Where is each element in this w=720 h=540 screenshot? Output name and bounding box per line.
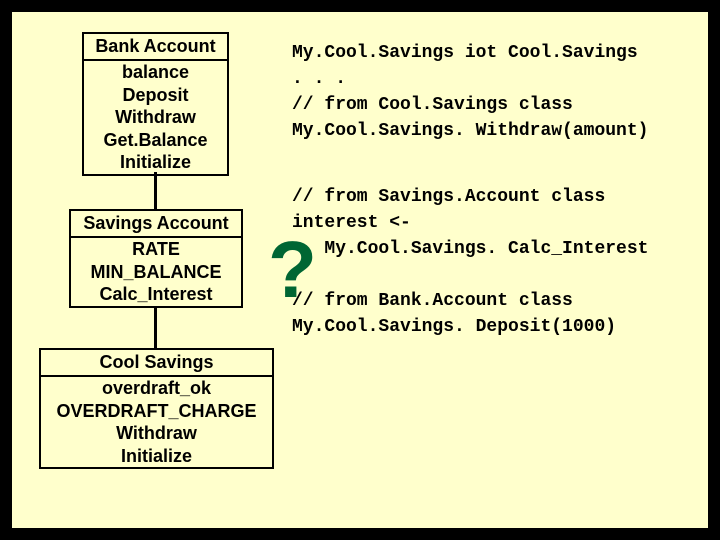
class-row: Withdraw — [84, 106, 227, 129]
class-title: Cool Savings — [41, 350, 272, 377]
class-row: MIN_BALANCE — [71, 261, 241, 284]
class-title: Bank Account — [84, 34, 227, 61]
class-row: Withdraw — [41, 422, 272, 445]
class-box-savings-account: Savings Account RATE MIN_BALANCE Calc_In… — [69, 209, 243, 308]
class-row: balance — [84, 61, 227, 84]
class-row: Initialize — [84, 151, 227, 174]
diagram-canvas: Bank Account balance Deposit Withdraw Ge… — [12, 12, 708, 528]
class-title: Savings Account — [71, 211, 241, 238]
class-row: Get.Balance — [84, 129, 227, 152]
connector — [154, 306, 157, 348]
class-box-bank-account: Bank Account balance Deposit Withdraw Ge… — [82, 32, 229, 176]
class-row: Deposit — [84, 84, 227, 107]
code-snippet-inheritance: // from Savings.Account class interest <… — [292, 184, 648, 341]
class-row: RATE — [71, 238, 241, 261]
class-box-cool-savings: Cool Savings overdraft_ok OVERDRAFT_CHAR… — [39, 348, 274, 469]
class-row: OVERDRAFT_CHARGE — [41, 400, 272, 423]
class-row: Calc_Interest — [71, 283, 241, 306]
question-mark-icon: ? — [268, 224, 317, 316]
code-snippet-instantiation: My.Cool.Savings iot Cool.Savings . . . /… — [292, 40, 648, 144]
connector — [154, 172, 157, 209]
class-row: Initialize — [41, 445, 272, 468]
class-row: overdraft_ok — [41, 377, 272, 400]
